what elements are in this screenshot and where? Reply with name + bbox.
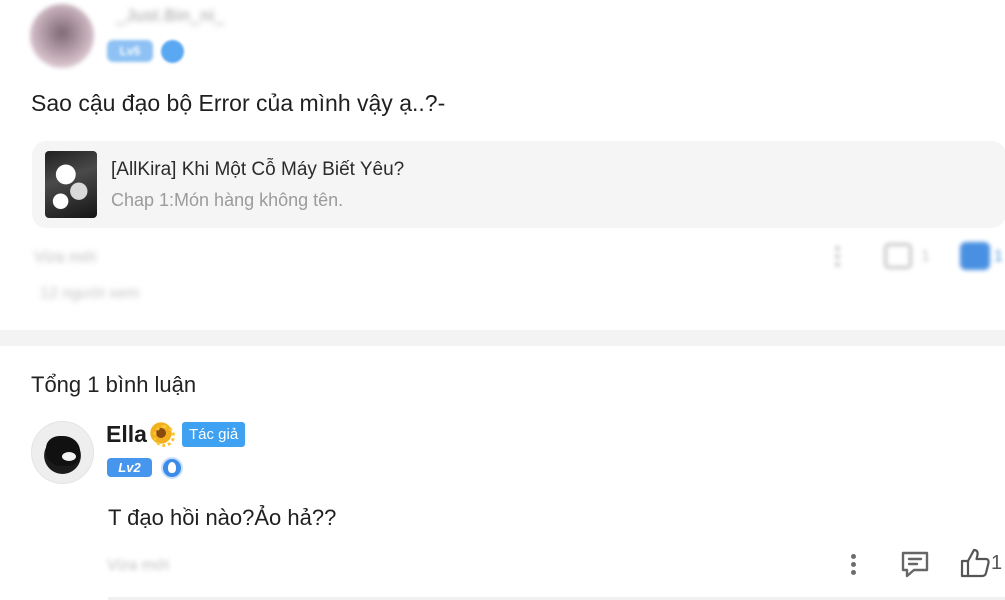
post-level-badge: Lv5	[107, 40, 153, 62]
section-divider	[0, 330, 1005, 346]
story-card[interactable]: [AllKira] Khi Một Cỗ Máy Biết Yêu? Chap …	[32, 141, 1005, 228]
reply-icon[interactable]	[899, 549, 931, 579]
post-text: Sao cậu đạo bộ Error của mình vậy ạ..?-	[31, 90, 446, 116]
more-options-icon[interactable]	[848, 551, 858, 579]
comment-avatar[interactable]	[31, 421, 94, 484]
medal-icon	[161, 457, 183, 479]
like-icon[interactable]	[960, 242, 990, 270]
post-like-count: 1	[994, 248, 1003, 265]
comment-author-name[interactable]: Ella	[106, 421, 147, 448]
like-icon[interactable]	[959, 547, 991, 579]
reply-icon[interactable]	[884, 243, 912, 269]
post-author-avatar[interactable]	[30, 4, 94, 68]
post-author-name[interactable]: _Just.Bin_ni_	[116, 6, 225, 26]
comment-text: T đạo hồi nào?Ảo hả??	[108, 505, 337, 530]
post-reply-count: 1	[921, 248, 930, 265]
comment-total: Tổng 1 bình luận	[31, 372, 197, 397]
post-time: Vừa mới	[34, 249, 97, 266]
post-meta: 12 người xem	[40, 285, 140, 302]
comment-time: Vừa mới	[107, 557, 170, 574]
sunflower-icon	[149, 421, 175, 447]
author-badge: Tác giả	[182, 422, 246, 447]
story-chapter: Chap 1:Món hàng không tên.	[111, 190, 344, 210]
medal-icon	[161, 40, 184, 63]
story-title: [AllKira] Khi Một Cỗ Máy Biết Yêu?	[111, 159, 405, 180]
more-options-icon[interactable]	[833, 243, 841, 271]
comment-like-count: 1	[991, 552, 1003, 574]
comment-level-badge: Lv2	[107, 458, 152, 477]
story-cover-image	[45, 151, 97, 218]
